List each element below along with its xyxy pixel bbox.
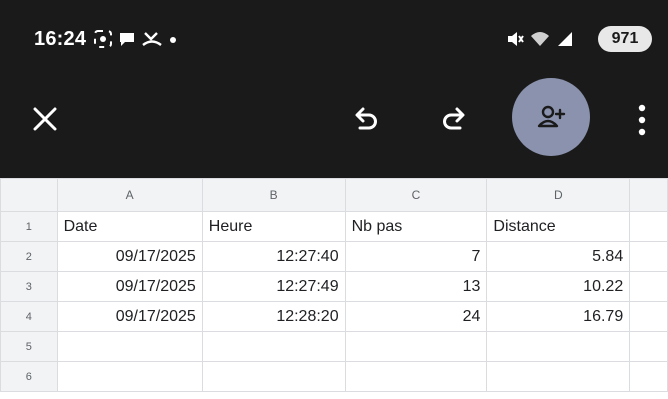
table-row: 3 09/17/2025 12:27:49 13 10.22 [0, 271, 668, 302]
cell-b6[interactable] [201, 361, 346, 392]
dot-icon [170, 37, 176, 43]
close-button[interactable] [30, 104, 60, 134]
cell-e2[interactable] [629, 241, 668, 272]
cell-b4[interactable]: 12:28:20 [201, 301, 346, 332]
person-add-icon [537, 105, 566, 128]
cell-d1[interactable]: Distance [486, 211, 631, 242]
cell-c2[interactable]: 7 [344, 241, 488, 272]
table-row: 5 [0, 331, 668, 362]
sheet-table: A B C D 1 Date Heure Nb pas Distance 2 0… [0, 178, 668, 392]
spreadsheet-grid: A B C D 1 Date Heure Nb pas Distance 2 0… [0, 178, 668, 399]
table-row: 2 09/17/2025 12:27:40 7 5.84 [0, 241, 668, 272]
row-header[interactable]: 6 [0, 361, 58, 392]
wifi-icon [531, 32, 549, 46]
battery-indicator: 971 [598, 26, 652, 52]
cell-c5[interactable] [344, 331, 488, 362]
status-bar: 16:24 971 [0, 10, 668, 62]
row-header[interactable]: 5 [0, 331, 58, 362]
signal-icon [558, 32, 572, 46]
cell-c6[interactable] [344, 361, 488, 392]
column-header-b[interactable]: B [201, 178, 346, 212]
row-header[interactable]: 3 [0, 271, 58, 302]
cell-a3[interactable]: 09/17/2025 [56, 271, 203, 302]
cell-c1[interactable]: Nb pas [344, 211, 488, 242]
cell-e5[interactable] [629, 331, 668, 362]
share-button[interactable] [512, 78, 590, 156]
select-all-corner[interactable] [0, 178, 58, 212]
cell-b2[interactable]: 12:27:40 [201, 241, 346, 272]
table-row: 4 09/17/2025 12:28:20 24 16.79 [0, 301, 668, 332]
cell-a4[interactable]: 09/17/2025 [56, 301, 203, 332]
cell-d2[interactable]: 5.84 [486, 241, 631, 272]
cell-a2[interactable]: 09/17/2025 [56, 241, 203, 272]
app-header: 16:24 971 [0, 0, 668, 178]
cell-d6[interactable] [486, 361, 631, 392]
cell-a5[interactable] [56, 331, 203, 362]
cell-e6[interactable] [629, 361, 668, 392]
column-header-row: A B C D [0, 178, 668, 212]
cell-d4[interactable]: 16.79 [486, 301, 631, 332]
cell-d3[interactable]: 10.22 [486, 271, 631, 302]
column-header-d[interactable]: D [486, 178, 631, 212]
column-header-e[interactable] [629, 178, 668, 212]
column-header-a[interactable]: A [56, 178, 203, 212]
screenshot-icon [94, 30, 112, 48]
row-header[interactable]: 1 [0, 211, 58, 242]
redo-icon [443, 107, 465, 130]
cell-b1[interactable]: Heure [201, 211, 346, 242]
mute-icon [508, 32, 524, 46]
cell-a1[interactable]: Date [56, 211, 203, 242]
undo-button[interactable] [350, 104, 380, 134]
cell-d5[interactable] [486, 331, 631, 362]
cell-c3[interactable]: 13 [344, 271, 488, 302]
column-header-c[interactable]: C [344, 178, 488, 212]
cell-e1[interactable] [629, 211, 668, 242]
table-row: 1 Date Heure Nb pas Distance [0, 211, 668, 242]
row-header[interactable]: 2 [0, 241, 58, 272]
row-header[interactable]: 4 [0, 301, 58, 332]
missed-call-icon [142, 32, 162, 46]
undo-icon [355, 107, 377, 130]
table-row: 6 [0, 361, 668, 392]
cell-e4[interactable] [629, 301, 668, 332]
more-vert-icon [638, 104, 646, 136]
chat-icon [120, 33, 134, 46]
close-icon [33, 107, 57, 131]
redo-button[interactable] [440, 104, 470, 134]
status-time: 16:24 [34, 28, 87, 50]
more-options-button[interactable] [632, 102, 652, 138]
cell-c4[interactable]: 24 [344, 301, 488, 332]
cell-e3[interactable] [629, 271, 668, 302]
cell-b3[interactable]: 12:27:49 [201, 271, 346, 302]
cell-a6[interactable] [56, 361, 203, 392]
cell-b5[interactable] [201, 331, 346, 362]
